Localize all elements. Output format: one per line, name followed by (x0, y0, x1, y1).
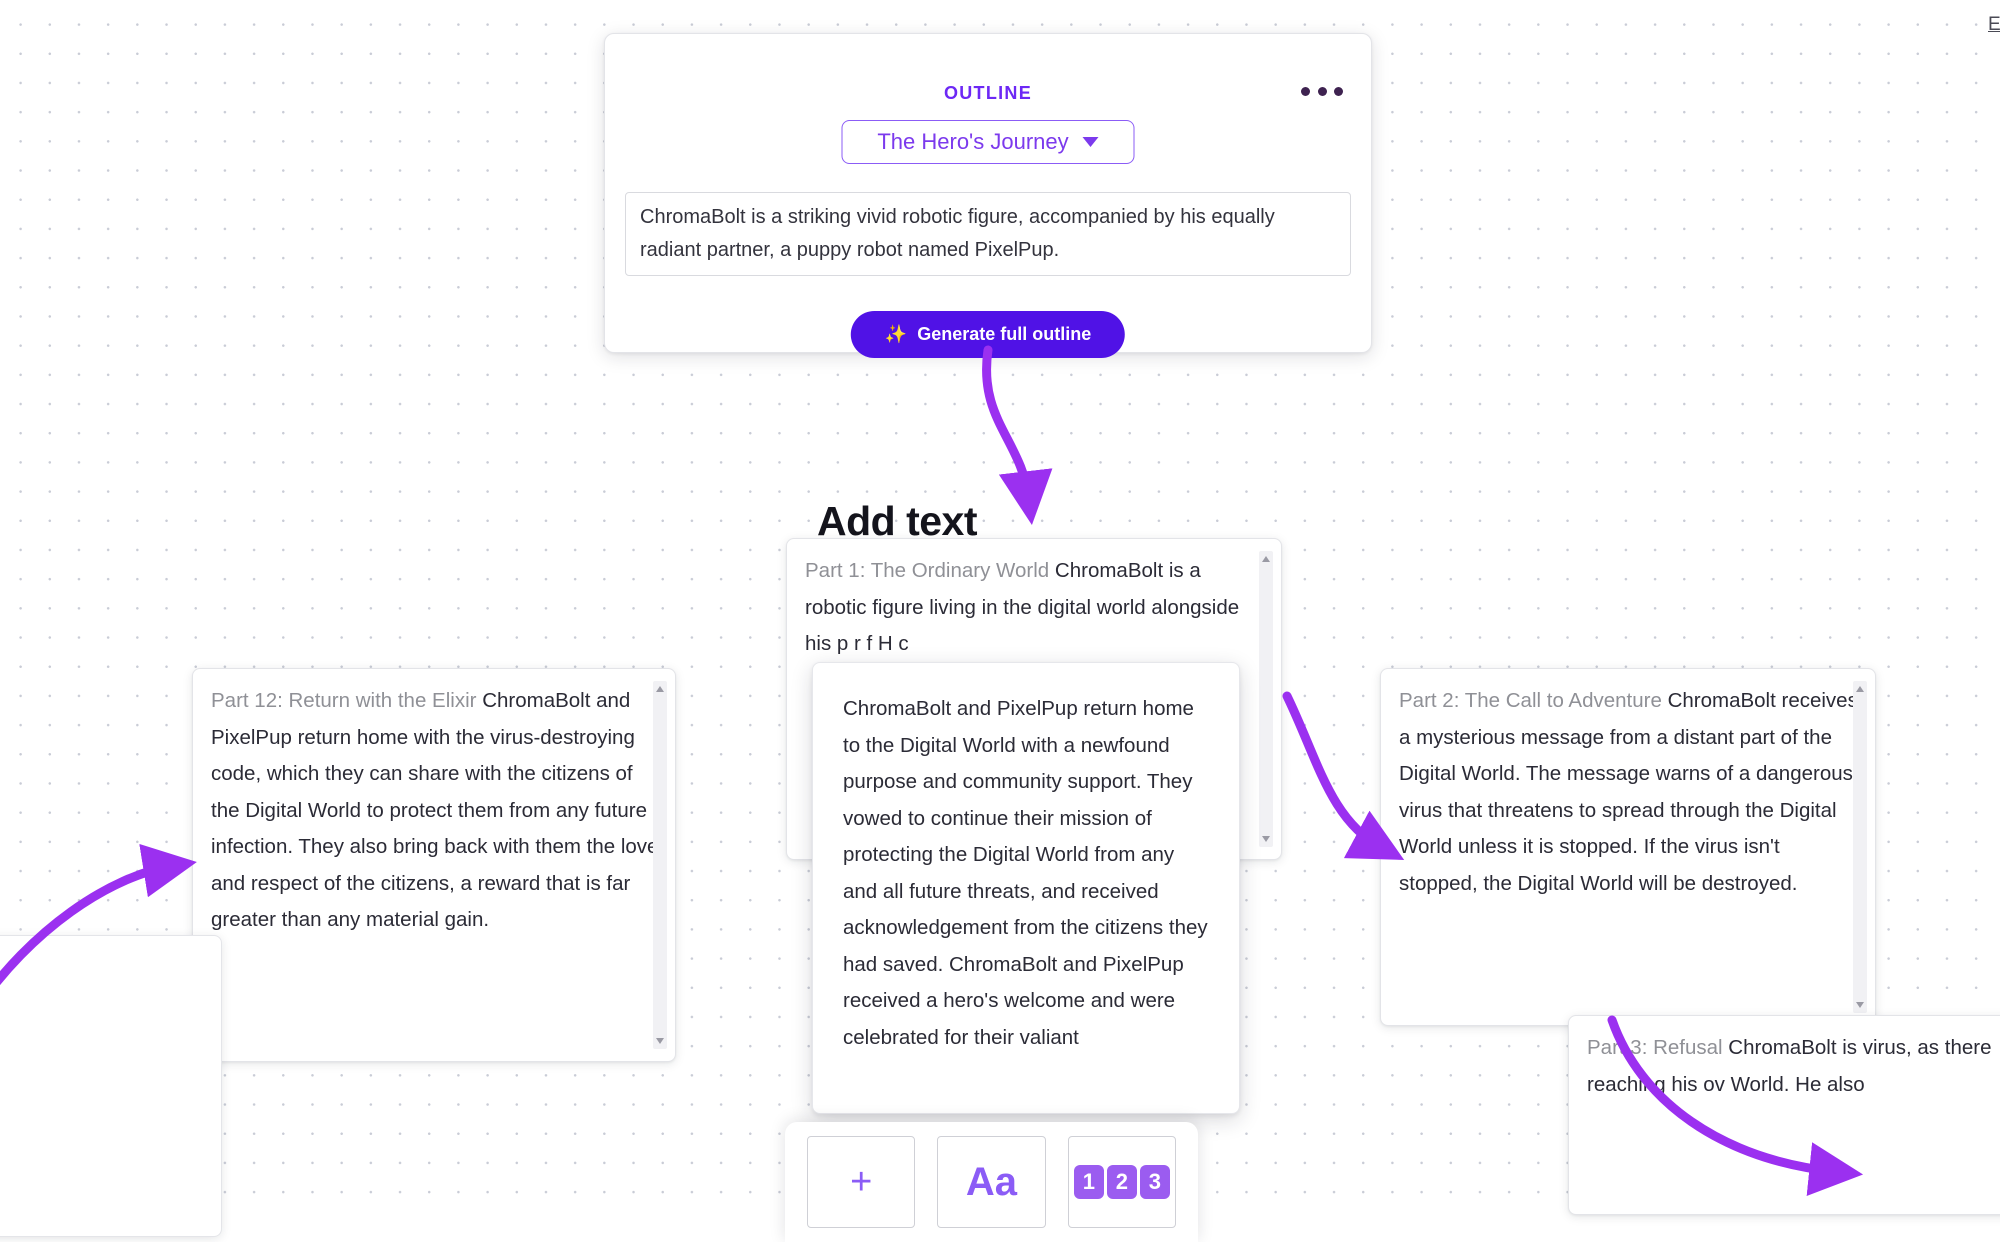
caret-down-icon[interactable] (1262, 836, 1270, 842)
outline-preset-select[interactable]: The Hero's Journey (841, 120, 1135, 164)
topright-clipped-control[interactable]: E (1988, 14, 2000, 36)
ellipsis-dot (1301, 86, 1310, 96)
number-chip-1: 1 (1073, 1165, 1104, 1199)
note-text[interactable]: Part 12: Return with the Elixir ChromaBo… (193, 669, 675, 951)
note-title: Part 3: Refusal (1587, 1036, 1723, 1059)
note-scrollbar[interactable] (1259, 551, 1273, 847)
note-scrollbar[interactable] (1853, 681, 1867, 1013)
background-sheet (0, 935, 222, 1237)
note-text[interactable]: Part 1: The Ordinary World ChromaBolt is… (787, 539, 1281, 675)
caret-up-icon[interactable] (1262, 556, 1270, 562)
ellipsis-horizontal-icon[interactable] (1301, 78, 1343, 104)
caret-down-icon[interactable] (656, 1038, 664, 1044)
plus-icon: + (850, 1161, 873, 1203)
caret-up-icon[interactable] (656, 686, 664, 692)
note-title: Part 12: Return with the Elixir (211, 689, 477, 712)
note-title: Part 1: The Ordinary World (805, 559, 1050, 582)
note-body: ChromaBolt and PixelPup return home with… (211, 689, 659, 931)
outline-panel-title: OUTLINE (943, 83, 1033, 103)
note-card-part-12[interactable]: Part 12: Return with the Elixir ChromaBo… (192, 668, 676, 1062)
number-list-button[interactable]: 1 2 3 (1067, 1136, 1176, 1228)
note-card-part-3[interactable]: Part 3: Refusal ChromaBolt is virus, as … (1568, 1015, 2000, 1215)
text-style-icon: Aa (965, 1160, 1018, 1204)
note-title: Part 2: The Call to Adventure (1399, 689, 1662, 712)
note-text[interactable]: Part 3: Refusal ChromaBolt is virus, as … (1569, 1016, 2000, 1115)
note-body: ChromaBolt and PixelPup return home to t… (843, 697, 1208, 1049)
outline-panel[interactable]: OUTLINE The Hero's Journey ChromaBolt is… (604, 33, 1372, 358)
ellipsis-dot (1317, 86, 1327, 96)
ellipsis-dot (1334, 86, 1343, 96)
text-style-button[interactable]: Aa (937, 1136, 1046, 1228)
sparkles-icon: ✨ (884, 324, 908, 344)
caret-up-icon[interactable] (1856, 686, 1864, 692)
outline-preset-label: The Hero's Journey (877, 129, 1069, 154)
number-list-icon: 1 2 3 (1073, 1165, 1170, 1199)
number-chip-3: 3 (1139, 1165, 1170, 1199)
note-scrollbar[interactable] (653, 681, 667, 1049)
bottom-toolbar[interactable]: + Aa 1 2 3 (785, 1122, 1198, 1242)
floating-note-card[interactable]: ChromaBolt and PixelPup return home to t… (812, 662, 1240, 1114)
caret-down-icon[interactable] (1856, 1002, 1864, 1008)
premise-input[interactable]: ChromaBolt is a striking vivid robotic f… (625, 192, 1351, 276)
note-text[interactable]: ChromaBolt and PixelPup return home to t… (813, 663, 1239, 1056)
add-element-button[interactable]: + (807, 1136, 916, 1228)
note-body: ChromaBolt receives a mysterious message… (1399, 689, 1858, 895)
generate-full-outline-button[interactable]: ✨ Generate full outline (850, 311, 1126, 358)
note-text[interactable]: Part 2: The Call to Adventure ChromaBolt… (1381, 669, 1875, 914)
note-card-part-2[interactable]: Part 2: The Call to Adventure ChromaBolt… (1380, 668, 1876, 1026)
number-chip-2: 2 (1106, 1165, 1137, 1199)
chevron-down-icon (1082, 137, 1099, 147)
generate-full-outline-label: Generate full outline (917, 324, 1092, 344)
